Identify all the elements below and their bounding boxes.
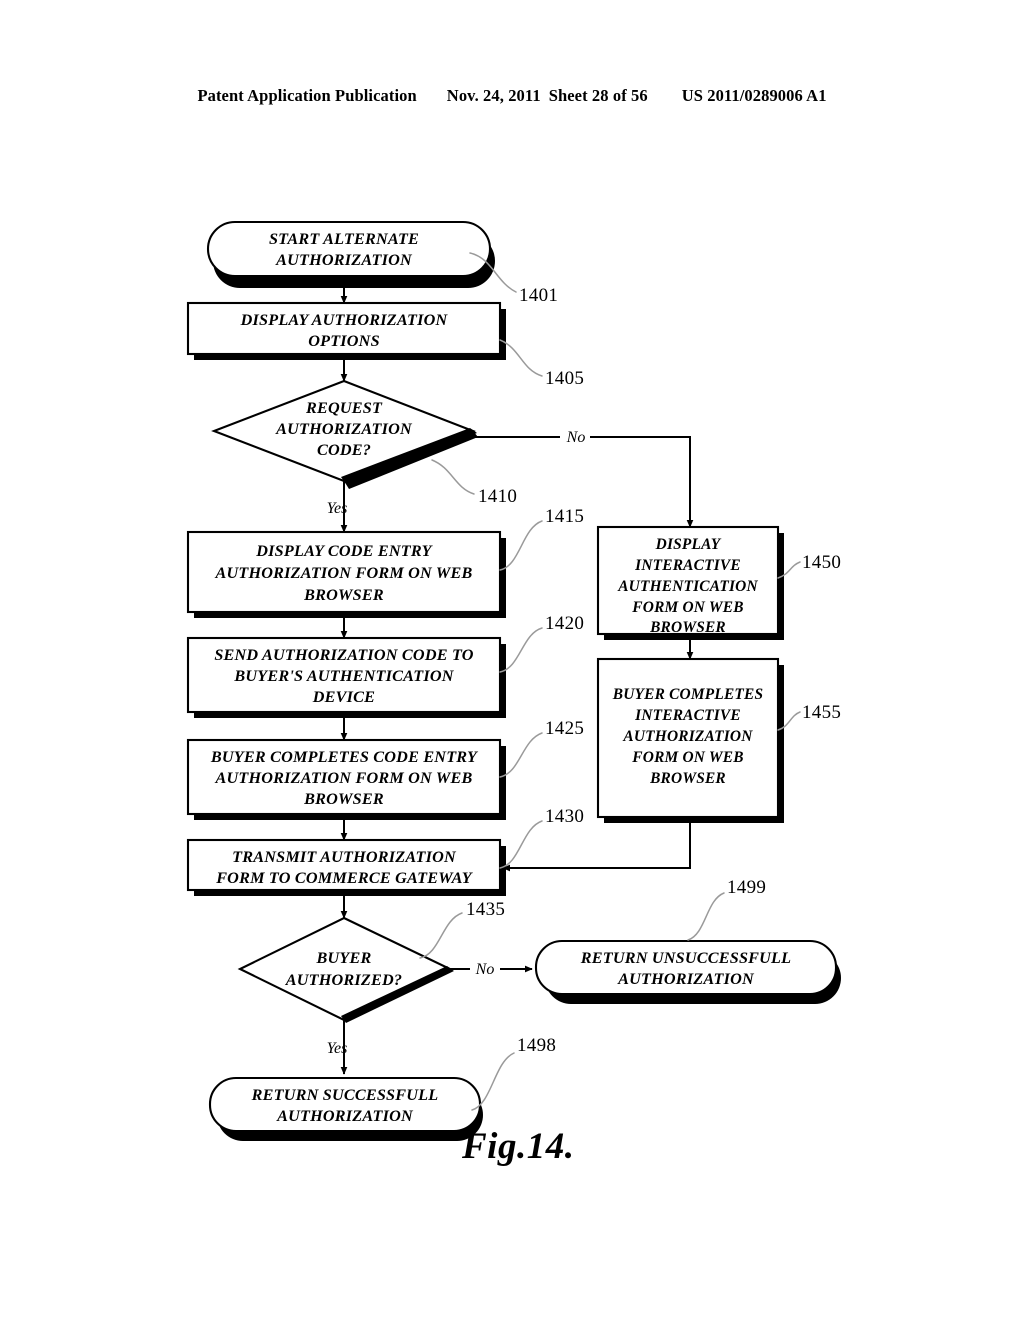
node-transmit-authorization-form[interactable]: TRANSMIT AUTHORIZATION FORM TO COMMERCE … [186,838,506,896]
leader-line-1425 [499,732,543,778]
node-label-line-3: AUTHORIZATION [622,728,753,745]
reference-numeral-1405: 1405 [545,368,584,389]
node-display-interactive-authentication-form[interactable]: DISPLAY INTERACTIVE AUTHENTICATION FORM … [596,525,784,640]
leader-line-1410 [431,459,475,495]
node-label-line-2: OPTIONS [308,332,380,350]
node-label-line-2: AUTHORIZED? [285,971,402,989]
figure-caption: Fig.14. [462,1126,575,1167]
reference-numeral-1425: 1425 [545,718,584,739]
branch-label-no-1410: No [566,429,586,446]
node-label-line-1: DISPLAY CODE ENTRY [255,542,433,560]
node-label-line-2: AUTHORIZATION [617,970,755,988]
node-buyer-completes-code-entry-form[interactable]: BUYER COMPLETES CODE ENTRY AUTHORIZATION… [186,738,506,820]
node-label-line-2: AUTHORIZATION FORM ON WEB [214,564,472,582]
reference-numeral-1401: 1401 [519,285,558,306]
node-label-line-1: START ALTERNATE [269,230,419,248]
patent-page: Patent Application Publication Nov. 24, … [0,0,1024,1320]
node-label-line-2: AUTHORIZATION [275,420,413,438]
node-label-line-4: FORM ON WEB [631,749,743,766]
node-label-line-3: BROWSER [303,790,384,808]
leader-line-1435 [419,912,463,959]
reference-numeral-1415: 1415 [545,506,584,527]
node-label-line-1: SEND AUTHORIZATION CODE TO [214,646,473,664]
node-label-line-2: AUTHORIZATION [275,251,413,269]
reference-numeral-1450: 1450 [802,552,841,573]
node-label-line-2: BUYER'S AUTHENTICATION [233,667,454,685]
node-label-line-2: INTERACTIVE [634,707,741,724]
node-label-line-1: BUYER [316,949,372,967]
node-request-authorization-code-decision[interactable]: REQUEST AUTHORIZATION CODE? [211,379,478,489]
leader-line-1405 [499,339,543,377]
node-label-line-3: BROWSER [303,586,384,604]
node-return-successful-authorization[interactable]: RETURN SUCCESSFULL AUTHORIZATION [208,1076,483,1141]
flowchart-figure-14: START ALTERNATE AUTHORIZATION DISPLAY AU… [186,220,841,1141]
reference-numeral-1420: 1420 [545,613,584,634]
reference-numeral-1499: 1499 [727,877,766,898]
node-label-line-2: INTERACTIVE [634,557,741,574]
node-label-line-1: BUYER COMPLETES CODE ENTRY [210,748,479,766]
node-label-line-1: RETURN SUCCESSFULL [251,1086,439,1104]
reference-numeral-1435: 1435 [466,899,505,920]
node-label-line-1: REQUEST [305,399,383,417]
node-label-line-2: AUTHORIZATION [276,1107,414,1125]
leader-line-1430 [499,820,543,869]
leader-line-1415 [499,520,543,571]
node-label-line-1: RETURN UNSUCCESSFULL [580,949,791,967]
node-start-alternate-authorization[interactable]: START ALTERNATE AUTHORIZATION [206,220,495,288]
node-label-line-3: AUTHENTICATION [617,578,758,595]
node-label-line-2: FORM TO COMMERCE GATEWAY [215,869,474,887]
node-label-line-5: BROWSER [649,770,726,787]
reference-numeral-1498: 1498 [517,1035,556,1056]
node-display-authorization-options[interactable]: DISPLAY AUTHORIZATION OPTIONS [186,301,506,360]
node-label-line-3: DEVICE [312,688,375,706]
node-display-code-entry-form[interactable]: DISPLAY CODE ENTRY AUTHORIZATION FORM ON… [186,530,506,618]
branch-label-yes-1410: Yes [327,500,348,517]
reference-numeral-1430: 1430 [545,806,584,827]
node-label-line-5: BROWSER [649,619,726,636]
reference-numeral-1410: 1410 [478,486,517,507]
node-label-line-1: BUYER COMPLETES [612,686,764,703]
leader-line-1499 [687,892,725,941]
node-label-line-1: DISPLAY [655,536,722,553]
node-send-authorization-code[interactable]: SEND AUTHORIZATION CODE TO BUYER'S AUTHE… [186,636,506,718]
leader-line-1420 [499,627,543,673]
reference-numeral-1455: 1455 [802,702,841,723]
node-label-line-1: DISPLAY AUTHORIZATION [240,311,449,329]
node-buyer-authorized-decision[interactable]: BUYER AUTHORIZED? [237,916,454,1023]
decision-shape [237,916,453,1022]
node-label-line-4: FORM ON WEB [631,599,743,616]
node-label-line-2: AUTHORIZATION FORM ON WEB [214,769,472,787]
branch-label-no-1435: No [475,961,495,978]
node-label-line-1: TRANSMIT AUTHORIZATION [232,848,457,866]
node-buyer-completes-interactive-form[interactable]: BUYER COMPLETES INTERACTIVE AUTHORIZATIO… [596,657,784,823]
branch-label-yes-1435: Yes [327,1040,348,1057]
node-label-line-3: CODE? [317,441,371,459]
node-return-unsuccessful-authorization[interactable]: RETURN UNSUCCESSFULL AUTHORIZATION [534,939,841,1004]
